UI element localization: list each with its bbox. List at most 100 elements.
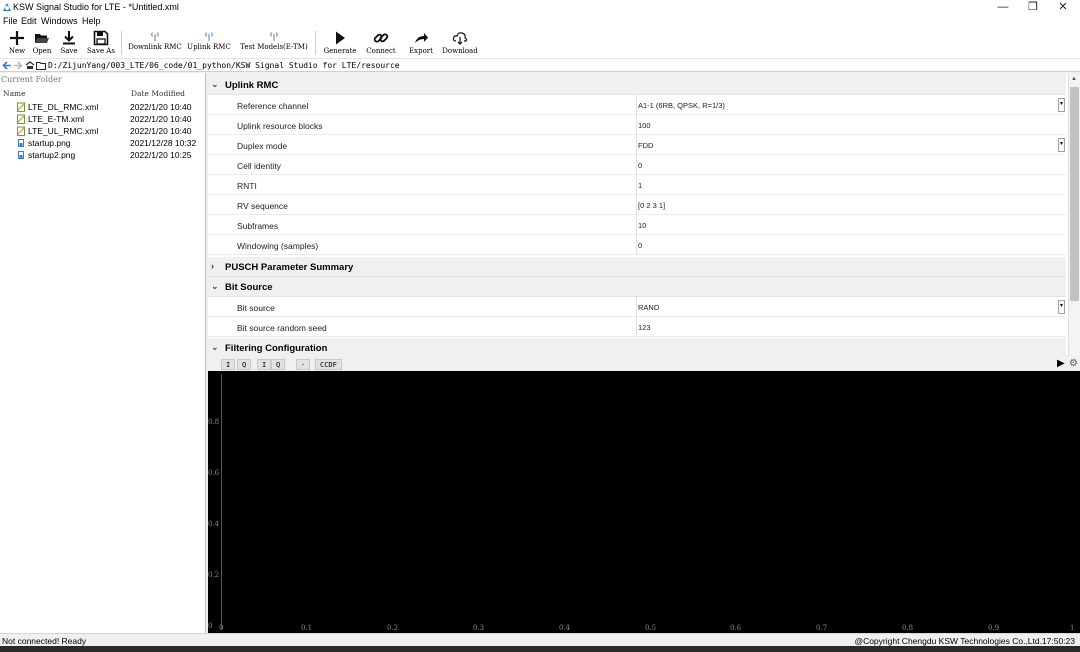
property-value[interactable]: 0 bbox=[638, 241, 642, 250]
downlink-rmc-label: Downlink RMC bbox=[128, 43, 182, 51]
property-value[interactable]: 123 bbox=[638, 323, 651, 332]
downlink-rmc-button[interactable]: Downlink RMC bbox=[128, 29, 182, 58]
chevron-down-icon: ⌄ bbox=[211, 79, 219, 89]
test-models-button[interactable]: Test Models(E-TM) bbox=[238, 29, 310, 58]
scroll-up-icon[interactable]: ▲ bbox=[1071, 76, 1077, 82]
column-header-name[interactable]: Name bbox=[3, 89, 26, 98]
up-folder-icon[interactable] bbox=[25, 61, 35, 70]
plot-canvas[interactable]: 0.8 0.6 0.4 0.2 0 0 0.1 0.2 0.3 0.4 0.5 … bbox=[208, 371, 1080, 633]
property-grid-scrollbar[interactable]: ▲ bbox=[1068, 75, 1080, 355]
group-bit-source[interactable]: ⌄ Bit Source bbox=[208, 277, 1066, 297]
tab-iq-q[interactable]: Q bbox=[271, 359, 286, 370]
uplink-rmc-button[interactable]: Uplink RMC bbox=[187, 29, 231, 58]
tab-iq-i[interactable]: I bbox=[257, 359, 272, 370]
save-as-label: Save As bbox=[87, 47, 115, 55]
scrollbar-thumb[interactable] bbox=[1070, 87, 1079, 301]
property-value[interactable]: 10 bbox=[638, 221, 646, 230]
property-value[interactable]: A1-1 (6RB, QPSK, R=1/3) bbox=[638, 101, 725, 110]
y-tick-label: 0.4 bbox=[208, 520, 220, 528]
file-row[interactable]: LTE_UL_RMC.xml 2022/1/20 10:40 bbox=[0, 125, 205, 137]
y-tick-label: 0 bbox=[208, 622, 213, 630]
x-tick-label: 0.3 bbox=[473, 624, 485, 632]
property-row-cell-identity[interactable]: Cell identity 0 bbox=[208, 155, 1066, 175]
close-button[interactable]: ✕ bbox=[1048, 0, 1078, 15]
property-row-bit-source[interactable]: Bit source RAND ▾ bbox=[208, 297, 1066, 317]
property-row-uplink-resource-blocks[interactable]: Uplink resource blocks 100 bbox=[208, 115, 1066, 135]
new-label: New bbox=[8, 47, 26, 55]
status-text: Not connected! Ready bbox=[2, 636, 87, 646]
property-value[interactable]: [0 2 3 1] bbox=[638, 201, 665, 210]
menu-file[interactable]: File bbox=[3, 16, 18, 26]
download-label: Download bbox=[442, 47, 478, 55]
forward-arrow-icon[interactable] bbox=[13, 61, 23, 70]
property-row-bit-source-seed[interactable]: Bit source random seed 123 bbox=[208, 317, 1066, 337]
property-name: Cell identity bbox=[237, 161, 281, 171]
file-row[interactable]: LTE_DL_RMC.xml 2022/1/20 10:40 bbox=[0, 101, 205, 113]
x-tick-label: 0 bbox=[219, 624, 224, 632]
property-row-duplex-mode[interactable]: Duplex mode FDD ▾ bbox=[208, 135, 1066, 155]
file-row[interactable]: startup.png 2021/12/28 10:32 bbox=[0, 137, 205, 149]
property-value[interactable]: 0 bbox=[638, 161, 642, 170]
group-pusch-parameter-summary[interactable]: › PUSCH Parameter Summary bbox=[208, 257, 1066, 277]
property-row-rnti[interactable]: RNTI 1 bbox=[208, 175, 1066, 195]
column-divider bbox=[636, 215, 637, 235]
tab-dropdown[interactable]: · bbox=[296, 359, 311, 370]
tab-q[interactable]: Q bbox=[237, 359, 252, 370]
minimize-button[interactable]: — bbox=[988, 0, 1018, 15]
current-folder-header: Current Folder bbox=[1, 75, 62, 84]
property-row-rv-sequence[interactable]: RV sequence [0 2 3 1] bbox=[208, 195, 1066, 215]
group-uplink-rmc[interactable]: ⌄ Uplink RMC bbox=[208, 75, 1066, 95]
menu-help[interactable]: Help bbox=[82, 16, 101, 26]
connect-button[interactable]: Connect bbox=[364, 29, 398, 58]
property-row-reference-channel[interactable]: Reference channel A1-1 (6RB, QPSK, R=1/3… bbox=[208, 95, 1066, 115]
group-filtering-configuration[interactable]: ⌄ Filtering Configuration bbox=[208, 338, 1066, 358]
file-row[interactable]: startup2.png 2022/1/20 10:25 bbox=[0, 149, 205, 161]
property-value[interactable]: RAND bbox=[638, 303, 659, 312]
file-row[interactable]: LTE_E-TM.xml 2022/1/20 10:40 bbox=[0, 113, 205, 125]
y-tick-label: 0.6 bbox=[208, 469, 220, 477]
column-divider bbox=[636, 155, 637, 175]
property-value[interactable]: FDD bbox=[638, 141, 653, 150]
dropdown-arrow-icon[interactable]: ▾ bbox=[1058, 138, 1065, 152]
file-browser-panel: Current Folder Name Date Modified LTE_DL… bbox=[0, 73, 206, 633]
dropdown-arrow-icon[interactable]: ▾ bbox=[1058, 300, 1065, 314]
column-divider bbox=[636, 297, 637, 317]
back-arrow-icon[interactable] bbox=[2, 61, 12, 70]
play-plot-button[interactable]: ▶ bbox=[1057, 359, 1065, 369]
menu-windows[interactable]: Windows bbox=[41, 16, 78, 26]
download-button[interactable]: Download bbox=[441, 29, 479, 58]
column-divider bbox=[636, 317, 637, 337]
generate-button[interactable]: Generate bbox=[321, 29, 359, 58]
current-path[interactable]: D:/ZijunYang/003_LTE/06_code/01_python/K… bbox=[48, 61, 400, 70]
file-date: 2022/1/20 10:40 bbox=[130, 126, 192, 136]
property-value[interactable]: 1 bbox=[638, 181, 642, 190]
tab-ccdf[interactable]: CCDF bbox=[315, 359, 342, 370]
property-name: Windowing (samples) bbox=[237, 241, 319, 251]
link-icon bbox=[373, 33, 389, 43]
dropdown-arrow-icon[interactable]: ▾ bbox=[1058, 98, 1065, 112]
export-button[interactable]: Export bbox=[405, 29, 437, 58]
restore-button[interactable]: ❐ bbox=[1018, 0, 1048, 15]
settings-gear-icon[interactable]: ⚙ bbox=[1069, 358, 1078, 369]
column-divider bbox=[636, 195, 637, 215]
column-header-date[interactable]: Date Modified bbox=[131, 89, 185, 98]
property-name: Reference channel bbox=[237, 101, 309, 111]
connect-label: Connect bbox=[366, 47, 396, 55]
open-button[interactable]: Open bbox=[30, 29, 54, 58]
app-logo-icon bbox=[3, 3, 11, 11]
open-label: Open bbox=[32, 47, 52, 55]
property-row-windowing[interactable]: Windowing (samples) 0 bbox=[208, 235, 1066, 255]
property-value[interactable]: 100 bbox=[638, 121, 651, 130]
file-date: 2021/12/28 10:32 bbox=[130, 138, 197, 148]
xml-file-icon bbox=[17, 114, 25, 124]
toolbar-separator bbox=[315, 31, 316, 55]
new-button[interactable]: New bbox=[4, 29, 30, 58]
save-as-button[interactable]: Save As bbox=[85, 29, 117, 58]
plus-icon bbox=[10, 31, 24, 45]
property-row-subframes[interactable]: Subframes 10 bbox=[208, 215, 1066, 235]
save-button[interactable]: Save bbox=[56, 29, 82, 58]
menu-edit[interactable]: Edit bbox=[21, 16, 37, 26]
tab-i[interactable]: I bbox=[221, 359, 236, 370]
x-tick-label: 0.2 bbox=[387, 624, 399, 632]
browse-folder-icon[interactable] bbox=[36, 61, 46, 70]
